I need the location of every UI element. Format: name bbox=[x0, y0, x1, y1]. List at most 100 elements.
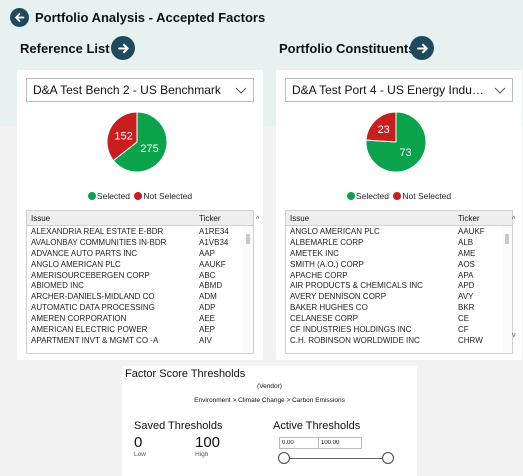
ticker-cell: ALB bbox=[458, 237, 474, 247]
selected-count-label: 275 bbox=[140, 143, 158, 155]
table-row[interactable]: AMEREN CORPORATION AEE bbox=[27, 313, 253, 324]
issue-header[interactable]: Issue bbox=[286, 214, 458, 223]
issue-cell: AUTOMATIC DATA PROCESSING bbox=[31, 303, 155, 313]
legend-selected-label: Selected bbox=[96, 191, 131, 201]
issue-cell: APACHE CORP bbox=[290, 270, 348, 280]
issue-cell: ANGLO AMERICAN PLC bbox=[290, 226, 380, 236]
scroll-up-icon[interactable]: ^ bbox=[512, 216, 515, 223]
scroll-up-icon[interactable]: ^ bbox=[256, 216, 259, 223]
ticker-cell: AAUKF bbox=[199, 259, 226, 269]
portfolio-legend: Selected Not Selected bbox=[276, 191, 522, 201]
reference-dropdown[interactable]: D&A Test Bench 2 - US Benchmark bbox=[26, 78, 254, 102]
table-row[interactable]: AMETEK INC AME bbox=[286, 248, 512, 259]
ticker-cell: ABC bbox=[199, 270, 216, 280]
table-row[interactable]: ADVANCE AUTO PARTS INC AAP bbox=[27, 248, 253, 259]
scrollbar-thumb[interactable] bbox=[505, 234, 509, 244]
issue-header[interactable]: Issue bbox=[27, 214, 199, 223]
table-row[interactable]: ARCHER-DANIELS-MIDLAND CO ADM bbox=[27, 291, 253, 302]
issue-cell: ALBEMARLE CORP bbox=[290, 237, 364, 247]
table-row[interactable]: AIR PRODUCTS & CHEMICALS INC APD bbox=[286, 280, 512, 291]
saved-low-value: 0 bbox=[134, 434, 143, 451]
threshold-slider-track[interactable] bbox=[284, 458, 388, 459]
table-header: Issue Ticker bbox=[27, 211, 253, 226]
scroll-down-icon[interactable]: v bbox=[512, 332, 516, 339]
table-row[interactable]: ABIOMED INC ABMD bbox=[27, 280, 253, 291]
table-row[interactable]: AMERICAN ELECTRIC POWER AEP bbox=[27, 324, 253, 335]
table-row[interactable]: AVALONBAY COMMUNITIES IN-BDR A1VB34 bbox=[27, 237, 253, 248]
table-row[interactable]: ALBEMARLE CORP ALB bbox=[286, 237, 512, 248]
issue-cell: ALEXANDRIA REAL ESTATE E-BDR bbox=[31, 226, 164, 236]
table-row[interactable]: SMITH (A.O.) CORP AOS bbox=[286, 259, 512, 270]
saved-high-label: High bbox=[195, 451, 209, 458]
selected-legend-dot bbox=[87, 192, 96, 200]
ticker-cell: A1VB34 bbox=[199, 237, 229, 247]
vendor-label: (Vendor) bbox=[257, 383, 282, 390]
saved-low-label: Low bbox=[134, 451, 146, 458]
portfolio-table-body: ANGLO AMERICAN PLC AAUKF ALBEMARLE CORP ALB… bbox=[286, 226, 512, 346]
table-row[interactable]: AVERY DENNISON CORP AVY bbox=[286, 291, 512, 302]
issue-cell: CF INDUSTRIES HOLDINGS INC bbox=[290, 324, 412, 334]
not-selected-legend-dot bbox=[393, 192, 402, 200]
ticker-cell: CHRW bbox=[458, 335, 483, 345]
factor-breadcrumb: Environment > Climate Change > Carbon Em… bbox=[194, 397, 345, 404]
issue-cell: ANGLO AMERICAN PLC bbox=[31, 259, 121, 269]
page-title: Portfolio Analysis - Accepted Factors bbox=[35, 10, 266, 25]
portfolio-constituents-title: Portfolio Constituents bbox=[279, 41, 416, 56]
legend-not-selected-label: Not Selected bbox=[402, 191, 452, 201]
ticker-cell: AAP bbox=[199, 248, 216, 258]
scrollbar-thumb[interactable] bbox=[246, 234, 250, 244]
reference-table: Issue Ticker ALEXANDRIA REAL ESTATE E-BD… bbox=[26, 210, 254, 354]
ticker-cell: AEE bbox=[199, 314, 216, 324]
ticker-cell: ADP bbox=[199, 303, 216, 313]
not-selected-count-label: 23 bbox=[378, 124, 390, 136]
factor-score-thresholds-panel: Factor Score Thresholds (Vendor) Environ… bbox=[122, 366, 417, 476]
arrow-left-icon bbox=[15, 13, 25, 22]
table-row[interactable]: AUTOMATIC DATA PROCESSING ADP bbox=[27, 302, 253, 313]
table-row[interactable]: C.H. ROBINSON WORLDWIDE INC CHRW bbox=[286, 335, 512, 346]
table-row[interactable]: BAKER HUGHES CO BKR bbox=[286, 302, 512, 313]
active-thresholds-title: Active Thresholds bbox=[273, 420, 361, 432]
table-row[interactable]: AMERISOURCEBERGEN CORP ABC bbox=[27, 270, 253, 281]
threshold-slider-high-handle[interactable] bbox=[382, 452, 394, 464]
saved-thresholds-title: Saved Thresholds bbox=[134, 420, 223, 432]
issue-cell: BAKER HUGHES CO bbox=[290, 303, 368, 313]
ticker-cell: BKR bbox=[458, 303, 475, 313]
reference-scrollbar[interactable] bbox=[243, 226, 253, 353]
legend-not-selected-label: Not Selected bbox=[143, 191, 193, 201]
table-row[interactable]: CF INDUSTRIES HOLDINGS INC CF bbox=[286, 324, 512, 335]
active-high-input[interactable] bbox=[318, 437, 362, 449]
table-row[interactable]: ANGLO AMERICAN PLC AAUKF bbox=[27, 259, 253, 270]
portfolio-next-button[interactable] bbox=[410, 36, 434, 60]
not-selected-count-label: 152 bbox=[114, 130, 132, 142]
reference-next-button[interactable] bbox=[111, 36, 135, 60]
back-button[interactable] bbox=[10, 8, 29, 27]
portfolio-scrollbar[interactable] bbox=[502, 226, 512, 353]
ticker-header[interactable]: Ticker bbox=[199, 214, 243, 223]
issue-cell: ADVANCE AUTO PARTS INC bbox=[31, 248, 138, 258]
threshold-slider-low-handle[interactable] bbox=[278, 452, 290, 464]
reference-list-title: Reference List bbox=[20, 41, 110, 56]
ticker-cell: AIV bbox=[199, 335, 212, 345]
ticker-header[interactable]: Ticker bbox=[458, 214, 502, 223]
table-row[interactable]: CELANESE CORP CE bbox=[286, 313, 512, 324]
ticker-cell: CF bbox=[458, 324, 469, 334]
active-low-input[interactable] bbox=[279, 437, 323, 449]
issue-cell: ABIOMED INC bbox=[31, 281, 84, 291]
portfolio-dropdown-value: D&A Test Port 4 - US Energy Industrials … bbox=[292, 83, 513, 97]
table-row[interactable]: APARTMENT INVT & MGMT CO -A AIV bbox=[27, 335, 253, 346]
table-row[interactable]: APACHE CORP APA bbox=[286, 270, 512, 281]
issue-cell: AVALONBAY COMMUNITIES IN-BDR bbox=[31, 237, 167, 247]
issue-cell: AIR PRODUCTS & CHEMICALS INC bbox=[290, 281, 423, 291]
reference-legend: Selected Not Selected bbox=[17, 191, 263, 201]
portfolio-dropdown[interactable]: D&A Test Port 4 - US Energy Industrials … bbox=[285, 78, 513, 102]
ticker-cell: AOS bbox=[458, 259, 475, 269]
reference-panel: D&A Test Bench 2 - US Benchmark 152 275 S… bbox=[17, 70, 263, 360]
table-row[interactable]: ALEXANDRIA REAL ESTATE E-BDR A1RE34 bbox=[27, 226, 253, 237]
table-header: Issue Ticker bbox=[286, 211, 512, 226]
selected-legend-dot bbox=[346, 192, 355, 200]
issue-cell: SMITH (A.O.) CORP bbox=[290, 259, 364, 269]
issue-cell: AMEREN CORPORATION bbox=[31, 314, 127, 324]
table-row[interactable]: ANGLO AMERICAN PLC AAUKF bbox=[286, 226, 512, 237]
ticker-cell: AAUKF bbox=[458, 226, 485, 236]
issue-cell: AMERICAN ELECTRIC POWER bbox=[31, 324, 148, 334]
